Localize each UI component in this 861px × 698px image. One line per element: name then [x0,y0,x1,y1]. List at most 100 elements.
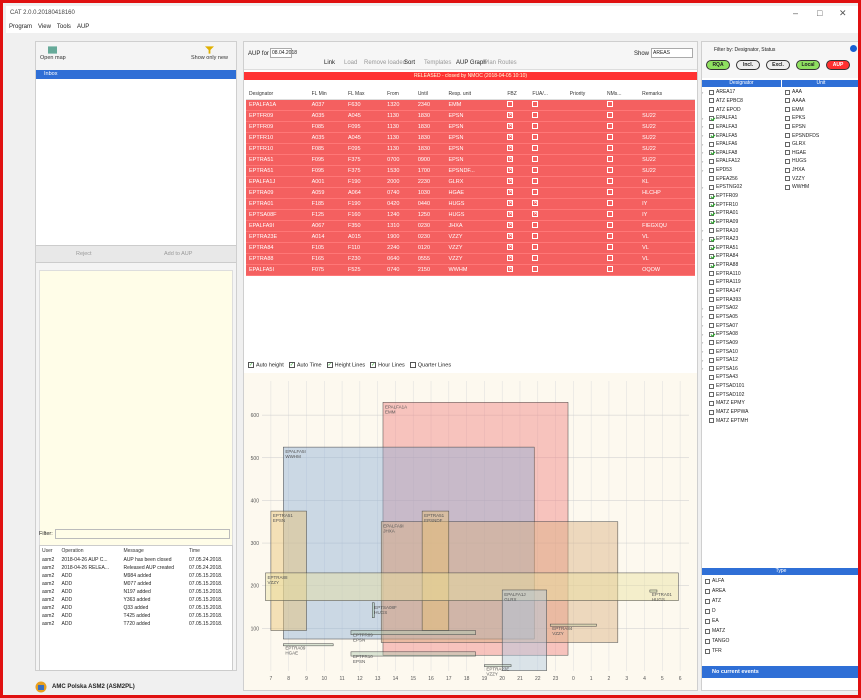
designator-checkbox[interactable] [709,392,714,398]
designator-item[interactable]: EPTRA393 [702,295,781,304]
type-item[interactable]: TFR [702,646,858,656]
row-checkbox[interactable] [532,189,539,196]
designator-checkbox[interactable] [709,115,714,121]
designator-checkbox[interactable] [709,418,714,424]
row-checkbox[interactable]: ✕ [507,156,514,163]
area-block[interactable] [265,572,679,601]
expand-icon[interactable]: › [702,340,707,345]
log-row[interactable]: asm2 2018-04-26 RELEA... Released AUP crea… [40,564,232,572]
designator-checkbox[interactable] [709,98,714,104]
row-checkbox[interactable]: ✕ [507,244,514,251]
unit-item[interactable]: EMM [782,105,858,114]
row-checkbox[interactable] [607,189,614,196]
unit-checkbox[interactable] [785,184,790,190]
row-checkbox[interactable]: ✕ [507,112,514,119]
show-select[interactable]: AREAS [651,48,693,58]
row-checkbox[interactable] [607,244,614,251]
row-checkbox[interactable] [532,101,539,108]
designator-checkbox[interactable] [709,184,714,190]
aup-row[interactable]: EPTRA51 F095 F375 0700 0900 EPSN ✕ SU22 [246,154,695,166]
expand-icon[interactable]: › [702,133,707,138]
designator-item[interactable]: EPTRA88 [702,261,781,270]
row-checkbox[interactable]: ✕ [507,233,514,240]
chart-option-checkbox[interactable] [409,362,416,368]
row-checkbox[interactable]: ✕ [532,200,539,207]
designator-item[interactable]: › EPALFA8 [702,148,781,157]
designator-checkbox[interactable] [709,210,714,216]
designator-checkbox[interactable] [709,150,714,156]
unit-checkbox[interactable] [785,158,790,164]
designator-item[interactable]: › EPTSA07 [702,321,781,330]
sort-button[interactable]: Sort [404,60,415,66]
unit-item[interactable]: GLRX [782,140,858,149]
unit-checkbox[interactable] [785,98,790,104]
designator-item[interactable]: EPTSA43 [702,373,781,382]
aup-col-header[interactable]: Designator [246,90,309,100]
designator-checkbox[interactable] [709,314,714,320]
type-item[interactable]: ALFA [702,576,858,586]
unit-checkbox[interactable] [785,124,790,130]
designator-item[interactable]: EPTRA147 [702,287,781,296]
unit-header[interactable]: Unit [782,80,858,87]
log-col-operation[interactable]: Operation [60,546,122,556]
designator-checkbox[interactable] [709,340,714,346]
area-block[interactable] [421,510,450,631]
area-block[interactable] [501,589,547,671]
designator-item[interactable]: › EPTRA23 [702,235,781,244]
designator-checkbox[interactable] [709,383,714,389]
row-checkbox[interactable]: ✕ [507,189,514,196]
designator-checkbox[interactable] [709,297,714,303]
designator-checkbox[interactable] [709,279,714,285]
row-checkbox[interactable]: ✕ [507,266,514,273]
aup-col-header[interactable]: Remarks [639,90,695,100]
unit-checkbox[interactable] [785,176,790,182]
designator-checkbox[interactable] [709,124,714,130]
aup-col-header[interactable]: NMs... [604,90,640,100]
aup-date-picker[interactable]: 08.04.2018 [270,48,297,58]
designator-item[interactable]: › EPALFA3 [702,123,781,132]
aup-row[interactable]: EPALFA1A A037 F630 1320 2340 EMM [246,99,695,111]
close-icon[interactable]: ✕ [839,8,847,19]
row-checkbox[interactable]: ✕ [532,211,539,218]
designator-checkbox[interactable] [709,141,714,147]
designator-item[interactable]: EPTFR09 [702,192,781,201]
designator-header[interactable]: Designator [702,80,781,87]
designator-checkbox[interactable] [709,323,714,329]
aup-row[interactable]: EPALFA9I A067 F350 1310 0230 JHXA ✕ FIEGXQU [246,220,695,232]
type-item[interactable]: ATZ [702,596,858,606]
row-checkbox[interactable] [607,101,614,108]
row-checkbox[interactable] [607,200,614,207]
chart-option[interactable]: ✓ Hour Lines [370,362,405,368]
designator-item[interactable]: EPTRA110 [702,269,781,278]
row-checkbox[interactable] [607,178,614,185]
designator-checkbox[interactable] [709,409,714,415]
log-row[interactable]: asm2 ADD T425 added 07.05.15.2018. [40,612,232,620]
row-checkbox[interactable]: ✕ [507,134,514,141]
row-checkbox[interactable] [532,244,539,251]
expand-icon[interactable]: › [702,306,707,311]
aup-row[interactable]: EPTRA09 A059 A064 0740 1030 HGAE ✕ HLCHP [246,187,695,199]
designator-item[interactable]: › EPTSA05 [702,313,781,322]
row-checkbox[interactable]: ✕ [507,123,514,130]
aup-pill[interactable]: AUP [826,60,850,70]
designator-checkbox[interactable] [709,357,714,363]
designator-checkbox[interactable] [709,176,714,182]
row-checkbox[interactable]: ✕ [507,211,514,218]
log-col-time[interactable]: Time [187,546,232,556]
row-checkbox[interactable] [507,101,514,108]
designator-item[interactable]: EPEA256 [702,174,781,183]
row-checkbox[interactable] [532,222,539,229]
unit-item[interactable]: JHXA [782,166,858,175]
designator-checkbox[interactable] [709,89,714,95]
chart-option-checkbox[interactable]: ✓ [370,362,377,368]
type-item[interactable]: TANGO [702,636,858,646]
add-to-aup-button[interactable]: Add to AUP [164,251,192,257]
row-checkbox[interactable] [607,145,614,152]
remove-loaded-button[interactable]: Remove loaded [364,60,406,66]
row-checkbox[interactable] [607,233,614,240]
row-checkbox[interactable] [532,178,539,185]
row-checkbox[interactable]: ✕ [507,222,514,229]
unit-checkbox[interactable] [785,167,790,173]
link-button[interactable]: Link [324,60,335,66]
designator-item[interactable]: MATZ EPMY [702,399,781,408]
